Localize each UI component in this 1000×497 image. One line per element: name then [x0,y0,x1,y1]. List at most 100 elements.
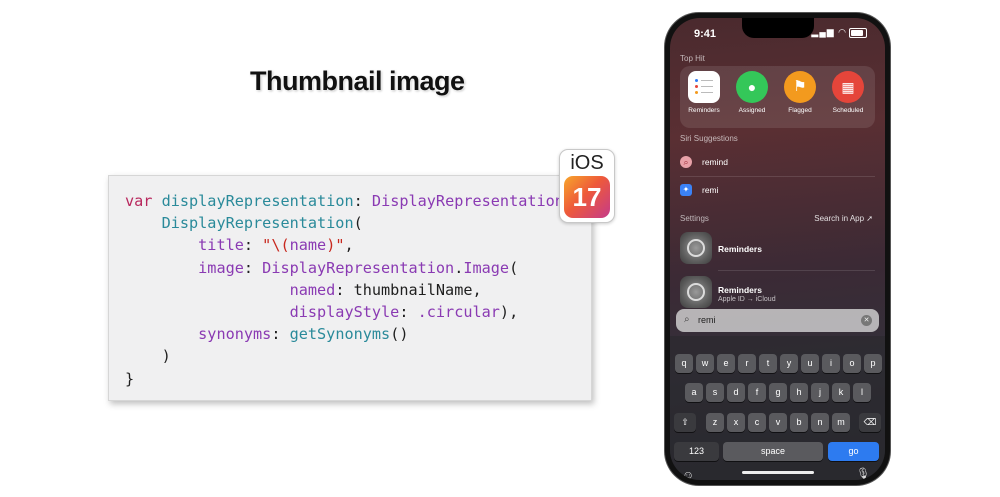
interpolated-name: name [289,236,327,255]
type-name: DisplayRepresentation [262,258,455,277]
search-in-app-link[interactable]: Search in App ➚ [814,214,873,223]
key-space[interactable]: space [723,442,823,461]
value-circular: .circular [417,303,500,322]
reminders-app-icon [688,71,720,103]
ios17-badge: iOS 17 [559,149,615,223]
key-t[interactable]: t [759,354,777,373]
param-synonyms: synonyms [198,325,272,344]
suggestion-text: remind [702,157,728,167]
punct: ( [509,258,519,277]
function-call: getSynonyms [289,325,391,344]
safari-icon: ✦ [680,184,692,196]
punct: ), [499,303,519,322]
search-input[interactable]: ⌕ remi ✕ [676,309,879,332]
key-u[interactable]: u [801,354,819,373]
punct: : [335,280,354,299]
param-image: image [198,258,244,277]
key-w[interactable]: w [696,354,714,373]
emoji-icon[interactable]: ☺ [682,468,694,480]
top-hit-scheduled[interactable]: ▦ Scheduled [826,71,870,114]
punct: : [399,303,418,322]
punct: ) [161,347,171,366]
key-q[interactable]: q [675,354,693,373]
person-icon: ● [736,71,768,103]
key-n[interactable]: n [811,413,829,432]
type-name: DisplayRepresentation [371,192,564,210]
key-shift[interactable]: ⇧ [674,413,696,432]
suggestion-text: remi [702,185,719,195]
settings-row-reminders[interactable]: Reminders [680,232,875,266]
battery-icon [849,27,867,38]
settings-label: Settings [680,214,709,223]
key-delete[interactable]: ⌫ [859,413,881,432]
key-z[interactable]: z [706,413,724,432]
key-e[interactable]: e [717,354,735,373]
reminders-line-3 [695,91,713,94]
key-y[interactable]: y [780,354,798,373]
property-name: displayRepresentation [161,192,354,210]
top-hit-flagged[interactable]: ⚑ Flagged [778,71,822,114]
param-display-style: displayStyle [289,303,400,322]
calendar-icon: ▦ [832,71,864,103]
initializer: DisplayRepresentation [161,214,354,233]
key-m[interactable]: m [832,413,850,432]
string-open: "\( [262,236,290,255]
hit-label: Flagged [788,107,812,114]
key-f[interactable]: f [748,383,766,402]
punct: . [454,258,464,277]
search-icon: ⌕ [680,156,692,168]
top-hit-assigned[interactable]: ● Assigned [730,71,774,114]
top-hit-panel: Reminders ● Assigned ⚑ Flagged ▦ Schedul… [680,66,875,128]
key-h[interactable]: h [790,383,808,402]
image-type: Image [463,258,510,277]
code-block: var displayRepresentation: DisplayRepres… [125,190,564,390]
iphone-frame: 9:41 ▂▄▆ ◠ Top Hit Reminders ● Assigned … [665,13,890,485]
dynamic-island [742,18,814,38]
key-b[interactable]: b [790,413,808,432]
row-title: Reminders [718,244,762,254]
top-hit-label: Top Hit [680,54,705,63]
key-v[interactable]: v [769,413,787,432]
status-time: 9:41 [694,28,717,40]
hit-label: Assigned [738,107,766,114]
row-title: Reminders [718,285,762,295]
key-k[interactable]: k [832,383,850,402]
value-thumbnail: thumbnailName [353,280,473,299]
slide-title: Thumbnail image [250,66,465,96]
key-p[interactable]: p [864,354,882,373]
param-named: named [289,280,336,299]
key-go[interactable]: go [828,442,879,461]
settings-gear-icon [680,232,712,264]
settings-row-reminders-icloud[interactable]: Reminders Apple ID → iCloud [680,276,875,310]
status-icons: ▂▄▆ ◠ [811,27,867,38]
ios-label: iOS [570,152,604,174]
punct: , [472,280,482,299]
key-c[interactable]: c [748,413,766,432]
punct: : [243,258,263,277]
top-hit-reminders[interactable]: Reminders [682,71,726,114]
key-d[interactable]: d [727,383,745,402]
key-a[interactable]: a [685,383,703,402]
key-i[interactable]: i [822,354,840,373]
flag-icon: ⚑ [784,71,816,103]
param-title: title [198,236,244,255]
key-x[interactable]: x [727,413,745,432]
key-123[interactable]: 123 [674,442,719,461]
key-l[interactable]: l [853,383,871,402]
punct: , [344,236,354,255]
microphone-icon[interactable]: 🎙 [856,467,870,480]
key-g[interactable]: g [769,383,787,402]
code-snippet: var displayRepresentation: DisplayRepres… [108,175,592,401]
key-j[interactable]: j [811,383,829,402]
reminders-line-1 [695,79,713,82]
punct: () [390,325,409,344]
key-o[interactable]: o [843,354,861,373]
ios-version-tile: 17 [564,176,610,218]
punct: ( [353,214,363,233]
key-s[interactable]: s [706,383,724,402]
key-r[interactable]: r [738,354,756,373]
clear-icon[interactable]: ✕ [861,315,872,326]
search-icon: ⌕ [684,314,690,325]
punct: } [125,369,135,388]
punct: : [271,325,290,344]
